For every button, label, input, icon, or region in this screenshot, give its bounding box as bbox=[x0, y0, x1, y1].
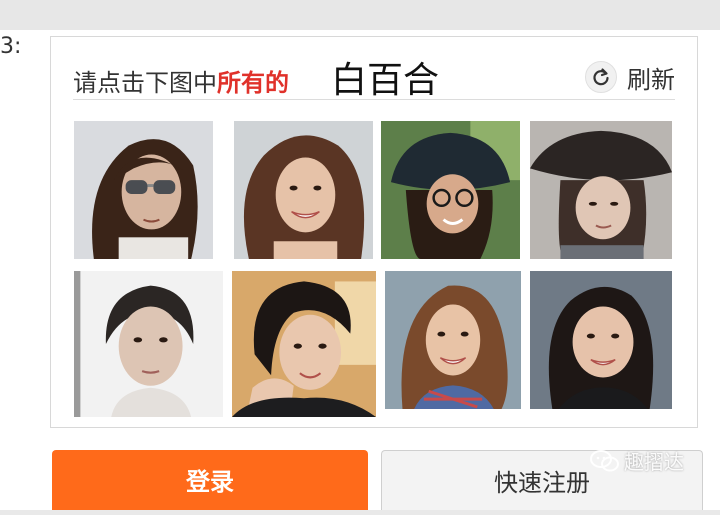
prompt-text: 请点击下图中 bbox=[73, 69, 217, 97]
refresh-label: 刷新 bbox=[627, 65, 675, 94]
captcha-photo-6[interactable] bbox=[232, 271, 376, 417]
captcha-header: 请点击下图中所有的 白百合 刷新 bbox=[73, 49, 675, 101]
captcha-photo-7[interactable] bbox=[385, 271, 521, 409]
refresh-button[interactable]: 刷新 bbox=[585, 59, 675, 95]
field-label: 3: bbox=[0, 34, 22, 59]
captcha-photo-8[interactable] bbox=[530, 271, 672, 409]
prompt-highlight: 所有的 bbox=[217, 69, 289, 97]
refresh-icon[interactable] bbox=[585, 61, 617, 93]
captcha-photo-1[interactable] bbox=[74, 121, 213, 259]
captcha-target-word: 白百合 bbox=[331, 60, 440, 101]
captcha-photo-4[interactable] bbox=[530, 121, 672, 259]
wechat-icon bbox=[590, 449, 619, 471]
captcha-photo-3[interactable] bbox=[381, 121, 520, 259]
login-button[interactable]: 登录 bbox=[52, 450, 368, 510]
captcha-prompt: 请点击下图中所有的 bbox=[73, 63, 289, 98]
top-strip bbox=[0, 0, 720, 30]
watermark-text: 趣摺达 bbox=[624, 450, 684, 474]
captcha-photo-2[interactable] bbox=[234, 121, 373, 259]
captcha-photo-5[interactable] bbox=[74, 271, 223, 417]
watermark: 趣摺达 bbox=[590, 446, 684, 475]
